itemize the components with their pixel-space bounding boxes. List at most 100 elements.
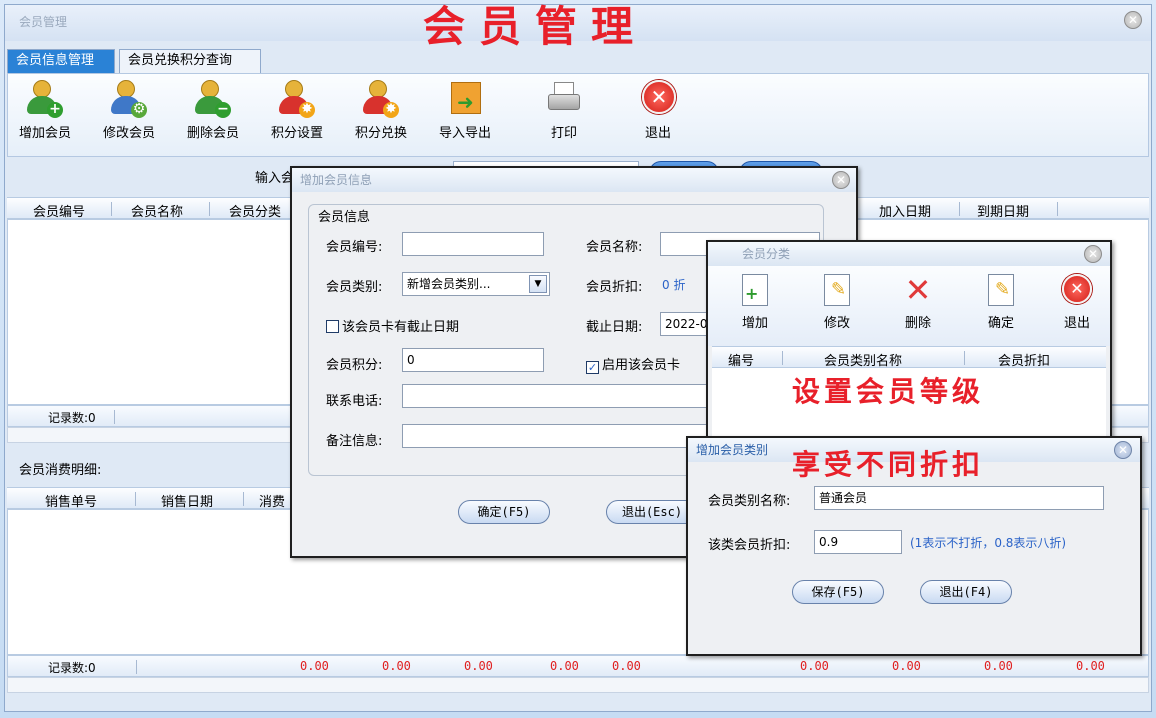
edit-doc-icon: ✎ (824, 274, 850, 306)
col-member-category[interactable]: 会员分类 (229, 201, 281, 220)
col-join-date[interactable]: 加入日期 (879, 201, 931, 220)
add-category-label: 增加 (741, 316, 768, 331)
record-count: 记录数:0 (48, 411, 96, 425)
printer-icon (546, 80, 582, 118)
expiry-check-label: 该会员卡有截止日期 (342, 320, 460, 335)
confirm-category-label: 确定 (987, 316, 1014, 331)
col-member-name[interactable]: 会员名称 (131, 201, 183, 220)
member-category-title: 会员分类 (708, 242, 1110, 266)
category-discount-value: 0.9 (819, 535, 839, 549)
checkbox-icon[interactable] (326, 320, 339, 333)
add-member-button[interactable]: + 增加会员 (8, 80, 82, 141)
import-export-label: 导入导出 (438, 126, 491, 141)
close-icon[interactable]: ✕ (1124, 11, 1142, 29)
member-type-value: 新增会员类别... (407, 277, 491, 291)
chevron-down-icon[interactable]: ▼ (529, 275, 547, 293)
delete-category-label: 删除 (904, 316, 931, 331)
tab-member-info[interactable]: 会员信息管理 (7, 49, 115, 73)
add-member-title: 增加会员信息 (292, 168, 856, 192)
close-icon[interactable]: ✕ (1084, 245, 1102, 263)
discount-hint: (1表示不打折，0.8表示八折) (910, 536, 1067, 550)
search-label: 输入会 (255, 171, 295, 186)
points-field[interactable]: 0 (402, 348, 544, 372)
discount-value: 0 折 (662, 278, 686, 292)
points-settings-button[interactable]: ✸ 积分设置 (260, 80, 334, 141)
category-discount-label: 该类会员折扣: (708, 538, 791, 553)
import-export-icon: ➜ (447, 80, 483, 118)
delete-member-button[interactable]: − 删除会员 (176, 80, 250, 141)
footer-value: 0.00 (984, 659, 1013, 673)
category-name-label: 会员类别名称: (708, 494, 791, 509)
col-member-no[interactable]: 会员编号 (33, 201, 85, 220)
exit-label: 退出 (644, 126, 671, 141)
footer-value: 0.00 (300, 659, 329, 673)
confirm-category-button[interactable]: ✎ 确定 (976, 274, 1026, 331)
expiry-date-value: 2022-0 (665, 317, 708, 331)
delete-x-icon: ✕ (904, 271, 932, 309)
close-icon[interactable]: ✕ (1114, 441, 1132, 459)
exit-dialog-button[interactable]: 退出(Esc) (606, 500, 698, 524)
consume-table-footer: 记录数:0 0.00 0.00 0.00 0.00 0.00 0.00 0.00… (7, 655, 1149, 677)
add-category-button[interactable]: + 增加 (730, 274, 780, 331)
discount-label: 会员折扣: (586, 280, 643, 295)
points-settings-icon: ✸ (279, 80, 315, 118)
points-exchange-label: 积分兑换 (354, 126, 407, 141)
consume-title: 会员消费明细: (19, 463, 102, 478)
save-button[interactable]: 保存(F5) (792, 580, 884, 604)
print-button[interactable]: 打印 (532, 80, 596, 141)
window-title: 会员管理 (19, 15, 68, 29)
add-member-icon: + (27, 80, 63, 118)
toolbar: + 增加会员 ⚙ 修改会员 − 删除会员 ✸ 积分设置 ✸ 积分兑换 ➜ 导入导… (7, 73, 1149, 157)
category-caption: 设置会员等级 (792, 375, 985, 408)
col-category-name[interactable]: 会员类别名称 (824, 350, 902, 369)
category-toolbar: + 增加 ✎ 修改 ✕ 删除 ✎ 确定 ✕ 退出 (708, 266, 1110, 346)
member-type-select[interactable]: 新增会员类别... ▼ (402, 272, 550, 296)
category-discount-field[interactable]: 0.9 (814, 530, 902, 554)
tab-points-query[interactable]: 会员兑换积分查询 (119, 49, 261, 73)
col-expiry-date[interactable]: 到期日期 (977, 201, 1029, 220)
checkmark-icon[interactable]: ✓ (586, 361, 599, 374)
enable-card-checkbox[interactable]: ✓ 启用该会员卡 (586, 354, 680, 374)
delete-category-button[interactable]: ✕ 删除 (890, 274, 946, 331)
footer-record-count: 记录数:0 (48, 661, 96, 675)
confirm-button[interactable]: 确定(F5) (458, 500, 550, 524)
category-name-field[interactable]: 普通会员 (814, 486, 1104, 510)
exit-category-dialog-button[interactable]: 退出(F4) (920, 580, 1012, 604)
edit-member-icon: ⚙ (111, 80, 147, 118)
notes-label: 备注信息: (326, 434, 383, 449)
exit-category-button[interactable]: ✕ 退出 (1052, 274, 1102, 331)
points-label: 会员积分: (326, 358, 383, 373)
exit-button[interactable]: ✕ 退出 (626, 80, 690, 141)
add-category-caption: 享受不同折扣 (792, 448, 985, 481)
exit-icon: ✕ (640, 80, 676, 118)
col-sale-no[interactable]: 销售单号 (45, 491, 97, 510)
col-consume[interactable]: 消费 (259, 491, 285, 510)
expiry-checkbox[interactable]: 该会员卡有截止日期 (326, 316, 459, 335)
category-name-value: 普通会员 (819, 491, 868, 505)
col-category-discount[interactable]: 会员折扣 (998, 350, 1050, 369)
points-exchange-button[interactable]: ✸ 积分兑换 (344, 80, 418, 141)
points-value: 0 (407, 353, 415, 367)
phone-label: 联系电话: (326, 394, 383, 409)
category-table-header: 编号 会员类别名称 会员折扣 (712, 346, 1106, 369)
edit-category-button[interactable]: ✎ 修改 (812, 274, 862, 331)
add-doc-icon: + (742, 274, 768, 306)
col-category-no[interactable]: 编号 (728, 350, 754, 369)
delete-member-icon: − (195, 80, 231, 118)
bottom-scrollbar[interactable] (7, 677, 1149, 693)
edit-category-label: 修改 (823, 316, 850, 331)
member-type-label: 会员类别: (326, 280, 383, 295)
close-icon[interactable]: ✕ (832, 171, 850, 189)
print-label: 打印 (550, 126, 577, 141)
footer-value: 0.00 (612, 659, 641, 673)
expiry-label: 截止日期: (586, 320, 643, 335)
member-no-field[interactable] (402, 232, 544, 256)
edit-member-label: 修改会员 (102, 126, 155, 141)
import-export-button[interactable]: ➜ 导入导出 (428, 80, 502, 141)
exit-icon: ✕ (1062, 274, 1092, 304)
col-sale-date[interactable]: 销售日期 (161, 491, 213, 510)
confirm-doc-icon: ✎ (988, 274, 1014, 306)
edit-member-button[interactable]: ⚙ 修改会员 (92, 80, 166, 141)
footer-value: 0.00 (892, 659, 921, 673)
points-exchange-icon: ✸ (363, 80, 399, 118)
